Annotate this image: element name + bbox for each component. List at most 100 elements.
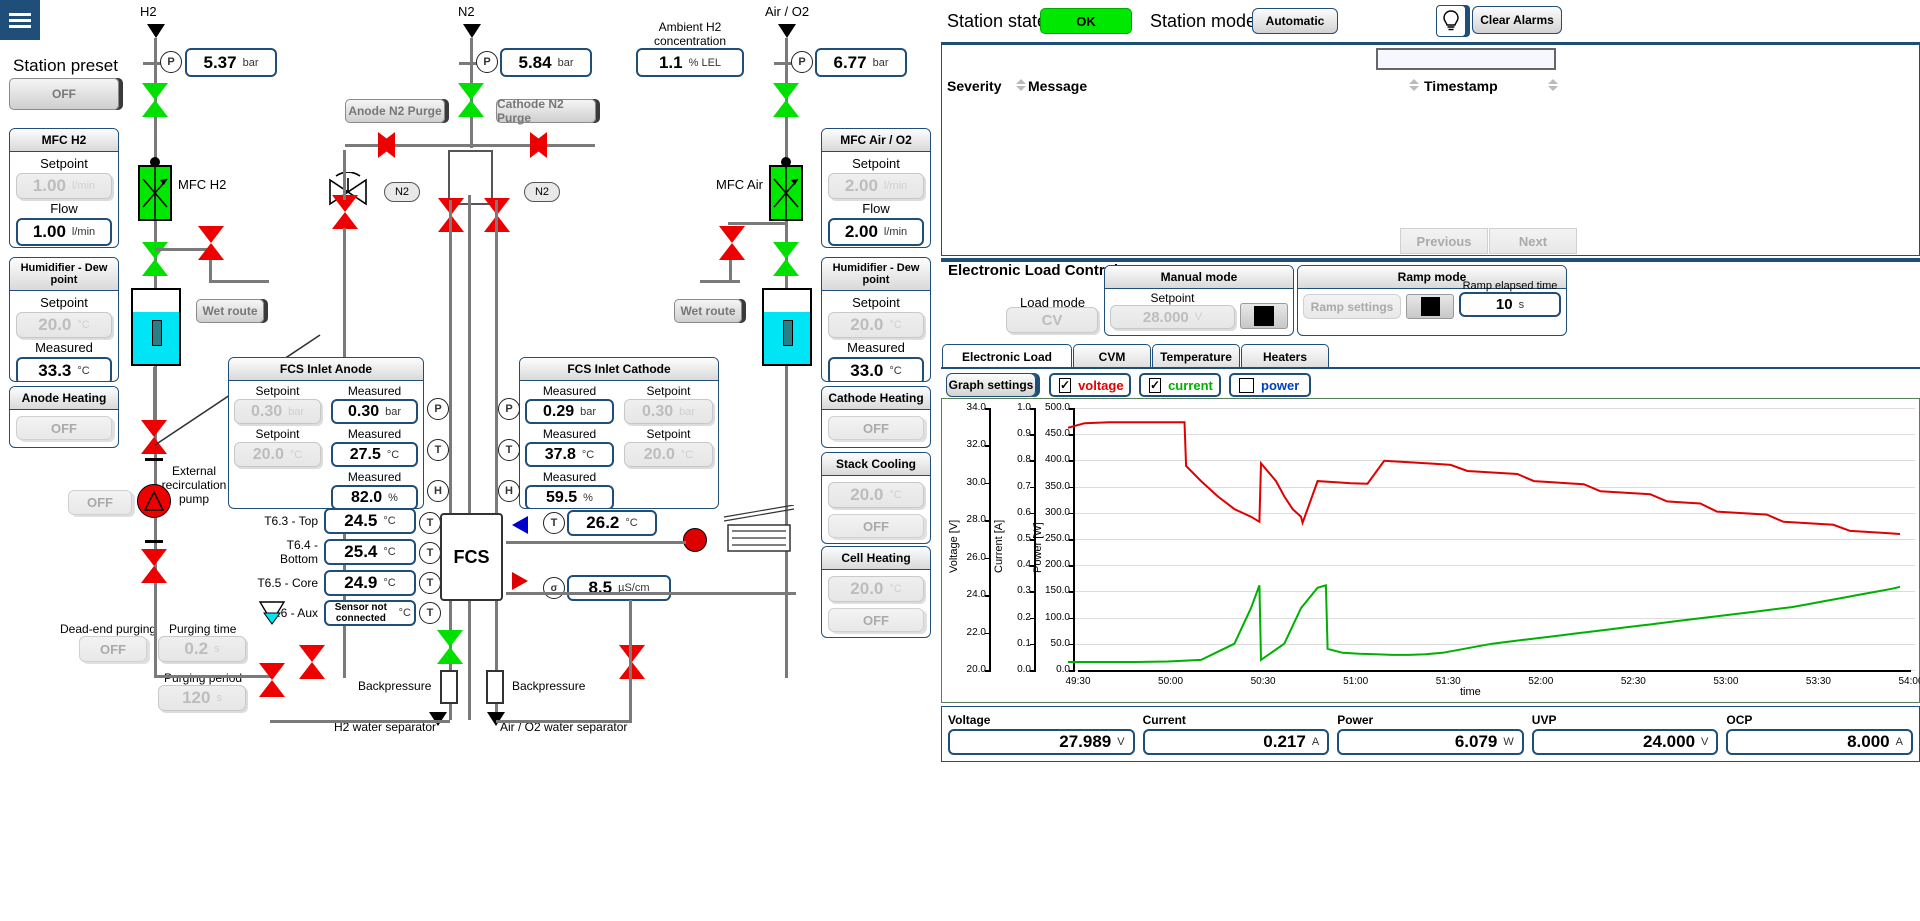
h2-drain-valve[interactable] (259, 663, 285, 697)
manual-setpoint-field[interactable]: 28.000 V (1110, 305, 1235, 329)
series-current-checkbox[interactable]: ✓ current (1139, 373, 1221, 397)
sort-severity-icon[interactable] (1016, 79, 1026, 93)
purging-period-value: 120 (182, 688, 210, 708)
station-preset-title: Station preset (8, 56, 123, 76)
mfc-h2-setpoint-value: 1.00 (33, 176, 66, 196)
air-inlet-valve[interactable] (773, 83, 799, 117)
cathode-heating-button[interactable]: OFF (828, 416, 924, 440)
air-wet-valve[interactable] (773, 242, 799, 276)
manual-stop-button[interactable] (1240, 303, 1288, 329)
h2-dry-valve[interactable] (198, 226, 224, 260)
stack-temp-2-label: T6.5 - Core (246, 576, 318, 590)
status-bar: Voltage27.989VCurrent0.217APower6.079WUV… (941, 706, 1920, 762)
cell-heating-state-button[interactable]: OFF (828, 608, 924, 632)
anode-heating-button[interactable]: OFF (16, 416, 112, 440)
backpressure-left-label: Backpressure (358, 679, 431, 693)
anode-backpressure-valve[interactable] (437, 630, 463, 664)
air-inlet-label: Air / O2 (765, 4, 809, 19)
cathode-r1-me-value: 37.8 (545, 446, 576, 464)
status-ocp-field: 8.000A (1726, 729, 1913, 755)
anode-r0-sp-field[interactable]: 0.30 bar (234, 399, 321, 424)
stack-temp-row: T6.5 - Core 24.9 °C (246, 570, 416, 596)
anode-hum-measured-unit: °C (77, 365, 89, 377)
n2-inlet-valve[interactable] (458, 83, 484, 117)
air-dry-line (729, 260, 732, 282)
mfc-air-flow-value: 2.00 (845, 222, 878, 242)
anode-hum-measured-label: Measured (10, 340, 118, 355)
tab-electronic-load[interactable]: Electronic Load (942, 344, 1072, 368)
cathode-hum-setpoint-field[interactable]: 20.0 °C (828, 312, 924, 338)
anode-branch-valve[interactable] (332, 195, 358, 229)
anode-r1-sp-value: 20.0 (253, 446, 284, 464)
station-preset-button[interactable]: OFF (9, 78, 119, 110)
graph-settings-button[interactable]: Graph settings (946, 373, 1036, 397)
wet-route-right-button[interactable]: Wet route (674, 299, 742, 323)
hamburger-menu-button[interactable] (0, 0, 40, 40)
graph-x-tick-label: 50:30 (1245, 676, 1281, 687)
station-mode-button[interactable]: Automatic (1252, 8, 1338, 34)
h2-sep-valve[interactable] (299, 645, 325, 679)
stack-cooling-state-button[interactable]: OFF (828, 514, 924, 538)
clear-alarms-button[interactable]: Clear Alarms (1472, 6, 1562, 34)
cathode-r1-sp-field[interactable]: 20.0 °C (624, 442, 713, 467)
alarms-col-severity[interactable]: Severity (947, 78, 1001, 94)
cell-heating-value: 20.0 (850, 579, 883, 599)
alarm-lamp-button[interactable] (1436, 5, 1466, 37)
n2-cathode-valve[interactable] (530, 132, 564, 158)
mfc-air-setpoint-field[interactable]: 2.00 l/min (828, 173, 924, 199)
cathode-n2-purge-button[interactable]: Cathode N2 Purge (496, 99, 596, 123)
anode-recirc-valve-2[interactable] (141, 549, 167, 583)
load-mode-field[interactable]: CV (1006, 307, 1098, 333)
sort-message-icon[interactable] (1409, 79, 1419, 93)
status-item-current: Current0.217A (1143, 713, 1330, 755)
stack-temp-2-unit: °C (383, 577, 395, 589)
alarm-search-input[interactable] (1376, 48, 1556, 70)
anode-hum-setpoint-field[interactable]: 20.0 °C (16, 312, 112, 338)
tab-temperature[interactable]: Temperature (1152, 344, 1240, 368)
dead-end-purging-button[interactable]: OFF (79, 636, 147, 662)
alarms-col-timestamp[interactable]: Timestamp (1424, 78, 1498, 94)
alarms-previous-button[interactable]: Previous (1400, 228, 1488, 254)
series-power-checkbox[interactable]: power (1229, 373, 1311, 397)
sort-timestamp-icon[interactable] (1548, 79, 1558, 93)
wet-route-left-button[interactable]: Wet route (196, 299, 264, 323)
stack-cooling-panel: Stack Cooling 20.0 °C OFF (821, 452, 931, 544)
n2-pressure-tap (459, 62, 477, 65)
cathode-r0-sp-field[interactable]: 0.30 bar (624, 399, 713, 424)
air-dry-valve[interactable] (719, 226, 745, 260)
tab-heaters[interactable]: Heaters (1241, 344, 1329, 368)
anode-n2-purge-button[interactable]: Anode N2 Purge (345, 99, 445, 123)
air-dry-line-2 (700, 280, 740, 283)
recirculation-pump-button[interactable]: OFF (68, 490, 132, 515)
series-voltage-checkbox[interactable]: ✓ voltage (1049, 373, 1131, 397)
ambient-h2-unit: % LEL (689, 57, 721, 69)
status-voltage-value: 27.989 (1059, 732, 1111, 752)
stack-cooling-setpoint-field[interactable]: 20.0 °C (828, 482, 924, 508)
mfc-h2-setpoint-field[interactable]: 1.00 l/min (16, 173, 112, 199)
anode-r1-me-unit: °C (387, 449, 399, 461)
cell-heating-setpoint-field[interactable]: 20.0 °C (828, 576, 924, 602)
h2-sep-line (270, 720, 450, 723)
hamburger-menu-icon (9, 10, 31, 31)
mfc-air-device-label: MFC Air (716, 177, 763, 192)
status-voltage-field: 27.989V (948, 729, 1135, 755)
status-uvp-unit: V (1701, 736, 1708, 748)
air-sep-valve[interactable] (619, 645, 645, 679)
anode-r0-sp-label: Setpoint (229, 384, 326, 398)
anode-hum-setpoint-label: Setpoint (10, 295, 118, 310)
ramp-settings-button[interactable]: Ramp settings (1303, 294, 1401, 319)
ramp-stop-button[interactable] (1406, 294, 1454, 319)
alarms-col-message[interactable]: Message (1028, 78, 1087, 94)
fcs-inlet-cathode-title: FCS Inlet Cathode (520, 358, 718, 381)
mfc-air-title: MFC Air / O2 (822, 129, 930, 152)
h2-inlet-valve[interactable] (142, 83, 168, 117)
alarms-next-button[interactable]: Next (1489, 228, 1577, 254)
status-current-unit: A (1312, 736, 1319, 748)
n2-tag-left: N2 (384, 182, 420, 202)
purging-time-field[interactable]: 0.2 s (158, 636, 246, 662)
stack-temp-1-field: 25.4 °C (324, 539, 416, 565)
tab-cvm[interactable]: CVM (1073, 344, 1151, 368)
anode-r1-sp-field[interactable]: 20.0 °C (234, 442, 321, 467)
n2-anode-valve[interactable] (378, 132, 412, 158)
purging-period-field[interactable]: 120 s (158, 685, 246, 711)
